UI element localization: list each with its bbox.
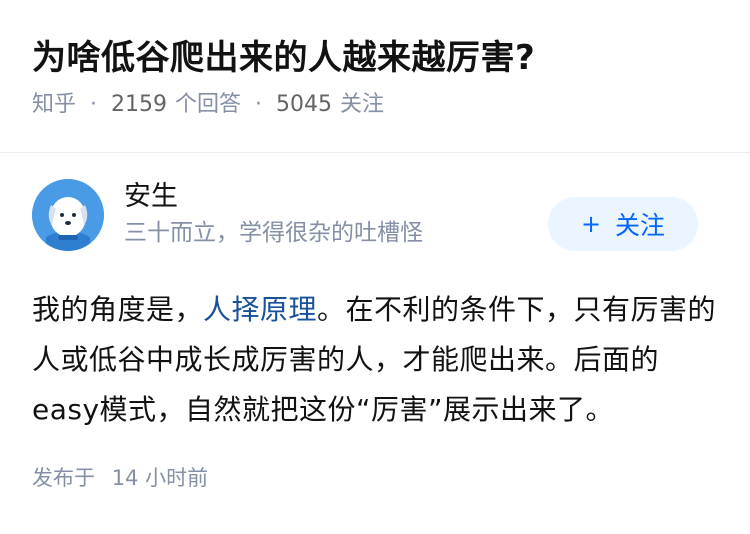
follow-button[interactable]: + 关注 bbox=[548, 197, 698, 251]
author-name[interactable]: 安生 bbox=[124, 178, 423, 216]
plus-icon: + bbox=[580, 210, 602, 238]
question-meta: 知乎 · 2159 个回答 · 5045 关注 bbox=[32, 90, 718, 120]
answer-count-label: 个回答 bbox=[175, 92, 242, 117]
author-bio: 三十而立，学得很杂的吐槽怪 bbox=[124, 220, 423, 246]
source-label[interactable]: 知乎 bbox=[32, 90, 76, 120]
answer-count: 2159 bbox=[111, 92, 168, 117]
answer-card: 安生 三十而立，学得很杂的吐槽怪 + 关注 我的角度是，人择原理。在不利的条件下… bbox=[0, 153, 750, 493]
author-row: 安生 三十而立，学得很杂的吐槽怪 + 关注 bbox=[32, 153, 718, 271]
question-header: 为啥低谷爬出来的人越来越厉害? 知乎 · 2159 个回答 · 5045 关注 bbox=[0, 0, 750, 117]
follow-button-label: 关注 bbox=[615, 211, 666, 240]
follow-count: 5045 bbox=[276, 92, 333, 117]
anthropic-principle-link[interactable]: 人择原理 bbox=[203, 293, 317, 326]
separator-dot: · bbox=[90, 92, 98, 117]
question-title[interactable]: 为啥低谷爬出来的人越来越厉害? bbox=[32, 34, 718, 82]
published-time: 14 小时前 bbox=[111, 466, 209, 490]
avatar[interactable] bbox=[32, 179, 104, 251]
dog-avatar-icon bbox=[32, 179, 104, 251]
answer-footer: 发布于 14 小时前 bbox=[32, 463, 718, 493]
content-text: 我的角度是， bbox=[32, 293, 204, 326]
published-prefix: 发布于 bbox=[32, 466, 95, 490]
follow-count-label: 关注 bbox=[340, 92, 385, 117]
answer-content: 我的角度是，人择原理。在不利的条件下，只有厉害的人或低谷中成长成厉害的人，才能爬… bbox=[32, 285, 718, 435]
separator-dot: · bbox=[255, 92, 263, 117]
author-info: 安生 三十而立，学得很杂的吐槽怪 bbox=[124, 178, 423, 250]
